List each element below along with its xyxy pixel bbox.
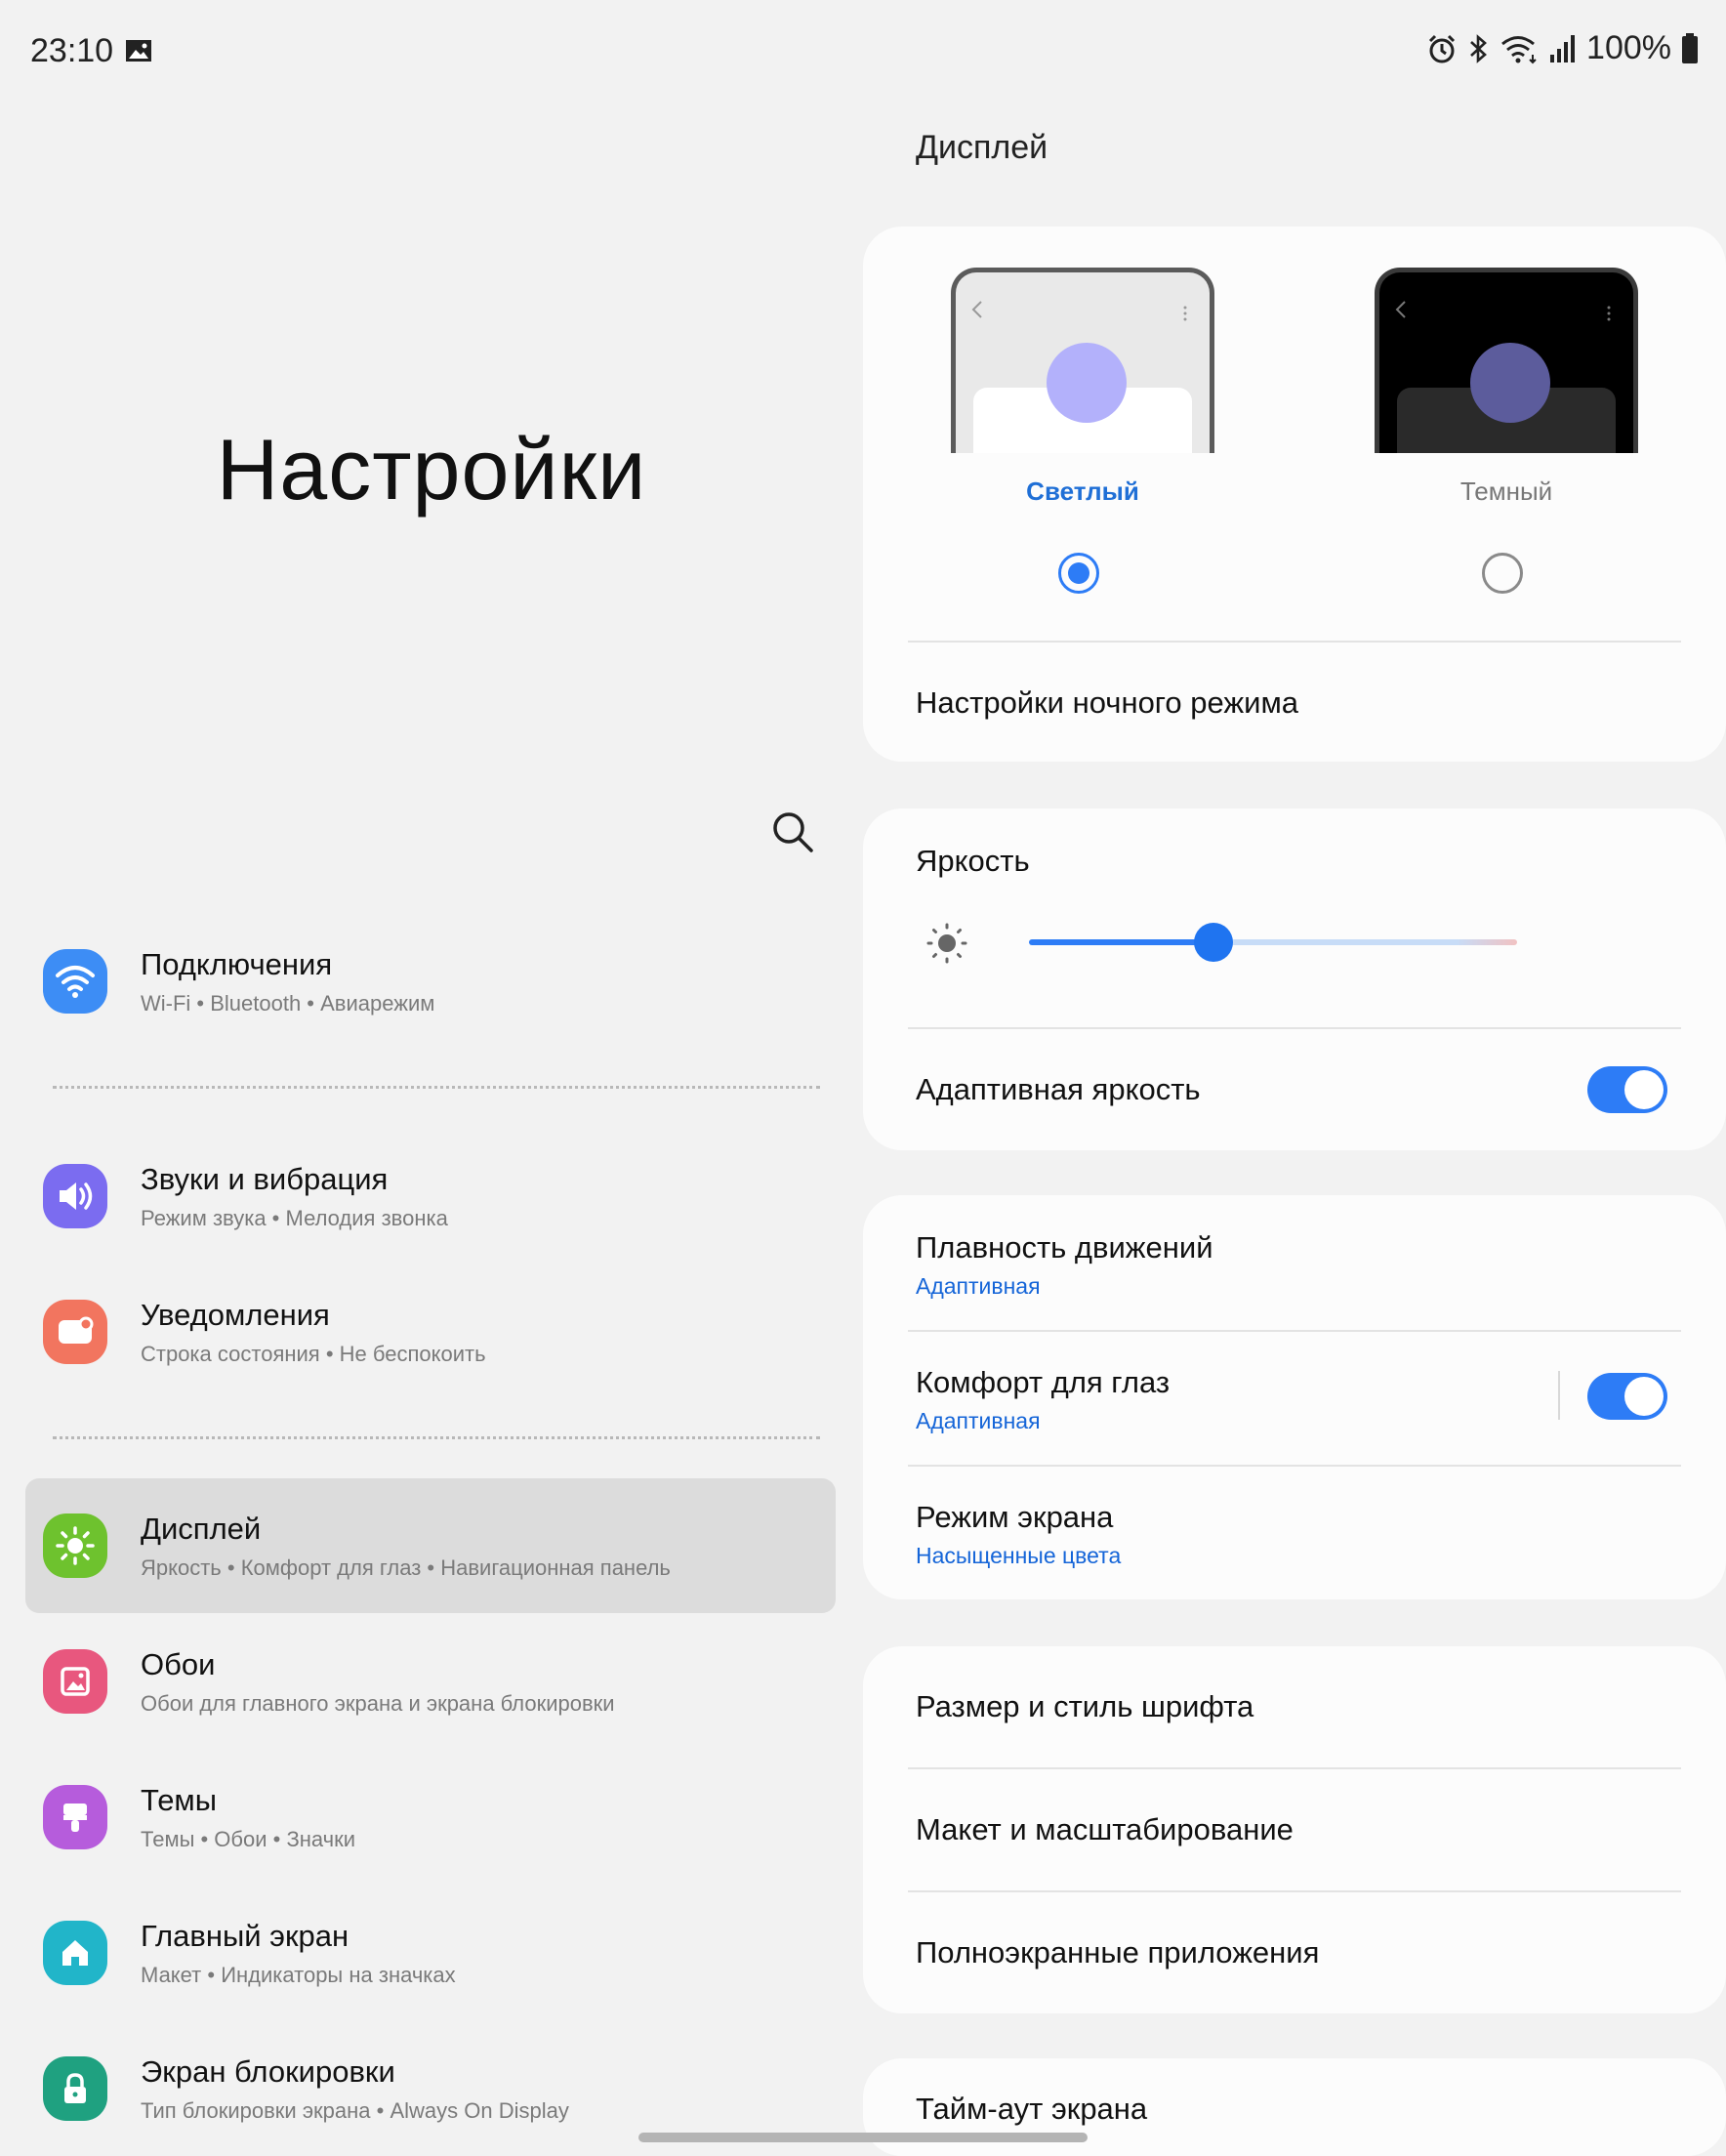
motion-smoothness-value: Адаптивная: [916, 1273, 1041, 1299]
dark-mode-preview[interactable]: [1375, 268, 1638, 453]
notification-icon: [43, 1300, 107, 1364]
menu-item-title: Уведомления: [141, 1298, 330, 1332]
status-bar: 23:10 100%: [0, 0, 1726, 104]
eye-comfort-label: Комфорт для глаз: [916, 1365, 1171, 1399]
slider-track-empty: [1214, 939, 1517, 945]
menu-item-themes[interactable]: Темы Темы • Обои • Значки: [25, 1750, 836, 1885]
menu-item-sounds[interactable]: Звуки и вибрация Режим звука • Мелодия з…: [25, 1129, 836, 1264]
theme-card: Светлый Темный Настройки ночного режима: [863, 227, 1726, 762]
group-divider: [53, 1086, 820, 1089]
chevron-left-icon: [1395, 301, 1406, 318]
volume-icon: [43, 1164, 107, 1228]
slider-thumb[interactable]: [1194, 923, 1233, 962]
menu-item-subtitle: Темы • Обои • Значки: [141, 1827, 356, 1851]
menu-item-notifications[interactable]: Уведомления Строка состояния • Не беспок…: [25, 1265, 836, 1399]
display-options-card: Плавность движений Адаптивная Комфорт дл…: [863, 1195, 1726, 1599]
layout-scaling[interactable]: Макет и масштабирование: [916, 1812, 1294, 1847]
menu-item-wallpaper[interactable]: Обои Обои для главного экрана и экрана б…: [25, 1614, 836, 1749]
font-layout-card: Размер и стиль шрифта Макет и масштабиро…: [863, 1646, 1726, 2013]
wifi-icon: [43, 949, 107, 1014]
eye-comfort-toggle[interactable]: [1587, 1373, 1667, 1420]
menu-item-connections[interactable]: Подключения Wi-Fi • Bluetooth • Авиарежи…: [25, 914, 836, 1049]
adaptive-brightness-toggle[interactable]: [1587, 1066, 1667, 1113]
font-size-style[interactable]: Размер и стиль шрифта: [916, 1689, 1253, 1724]
brush-icon: [43, 1785, 107, 1849]
more-icon: [1183, 306, 1187, 321]
adaptive-brightness-label: Адаптивная яркость: [916, 1072, 1201, 1106]
wallpaper-icon: [43, 1649, 107, 1714]
divider: [908, 1890, 1681, 1892]
menu-item-title: Звуки и вибрация: [141, 1162, 389, 1196]
screen-timeout[interactable]: Тайм-аут экрана: [916, 2092, 1147, 2127]
navigation-handle[interactable]: [638, 2133, 1088, 2142]
menu-item-subtitle: Тип блокировки экрана • Always On Displa…: [141, 2098, 569, 2123]
vertical-divider: [1558, 1371, 1560, 1420]
search-icon: [773, 812, 813, 852]
sun-icon: [43, 1513, 107, 1578]
search-button[interactable]: [767, 807, 818, 857]
light-mode-preview[interactable]: [951, 268, 1214, 453]
menu-item-title: Темы: [141, 1783, 218, 1817]
divider: [908, 1465, 1681, 1467]
brightness-card: Яркость Адаптивная яркость: [863, 808, 1726, 1150]
status-time: 23:10: [30, 32, 114, 69]
brightness-label: Яркость: [916, 844, 1030, 878]
divider: [908, 1767, 1681, 1769]
menu-item-subtitle: Яркость • Комфорт для глаз • Навигационн…: [141, 1555, 671, 1580]
menu-item-title: Экран блокировки: [141, 2054, 395, 2089]
fullscreen-apps[interactable]: Полноэкранные приложения: [916, 1935, 1319, 1970]
battery-percent: 100%: [1586, 29, 1671, 66]
alarm-icon: [1428, 34, 1456, 62]
wifi-icon: [1501, 35, 1537, 63]
divider: [908, 1027, 1681, 1029]
motion-smoothness-label: Плавность движений: [916, 1230, 1213, 1265]
slider-track-filled: [1029, 939, 1214, 945]
section-title: Дисплей: [916, 129, 1048, 166]
menu-item-subtitle: Режим звука • Мелодия звонка: [141, 1206, 448, 1230]
chevron-left-icon: [971, 301, 982, 318]
home-icon: [43, 1921, 107, 1985]
eye-comfort-value: Адаптивная: [916, 1408, 1041, 1433]
menu-item-title: Подключения: [141, 947, 333, 981]
menu-item-subtitle: Строка состояния • Не беспокоить: [141, 1342, 486, 1366]
bluetooth-icon: [1470, 33, 1487, 63]
divider: [908, 1330, 1681, 1332]
battery-icon: [1682, 32, 1698, 63]
menu-item-title: Главный экран: [141, 1919, 349, 1953]
signal-icon: [1550, 34, 1576, 62]
group-divider: [53, 1436, 820, 1439]
menu-item-display[interactable]: Дисплей Яркость • Комфорт для глаз • Нав…: [25, 1478, 836, 1613]
light-mode-label: Светлый: [1026, 477, 1139, 506]
menu-item-subtitle: Макет • Индикаторы на значках: [141, 1963, 456, 1987]
more-icon: [1607, 306, 1611, 321]
divider: [908, 641, 1681, 643]
menu-item-home-screen[interactable]: Главный экран Макет • Индикаторы на знач…: [25, 1886, 836, 2020]
dark-mode-radio[interactable]: [1482, 553, 1523, 594]
gallery-icon: [126, 40, 151, 62]
menu-item-subtitle: Wi-Fi • Bluetooth • Авиарежим: [141, 991, 435, 1016]
screen-mode-label: Режим экрана: [916, 1500, 1114, 1534]
lock-icon: [43, 2056, 107, 2121]
menu-item-title: Дисплей: [141, 1512, 262, 1546]
brightness-sun-icon: [926, 923, 967, 964]
menu-item-subtitle: Обои для главного экрана и экрана блокир…: [141, 1691, 615, 1716]
menu-item-title: Обои: [141, 1647, 216, 1681]
dark-mode-label: Темный: [1459, 477, 1553, 506]
settings-title: Настройки: [216, 421, 647, 518]
light-mode-radio[interactable]: [1058, 553, 1099, 594]
night-mode-settings[interactable]: Настройки ночного режима: [916, 685, 1298, 721]
screen-mode-value: Насыщенные цвета: [916, 1543, 1122, 1568]
